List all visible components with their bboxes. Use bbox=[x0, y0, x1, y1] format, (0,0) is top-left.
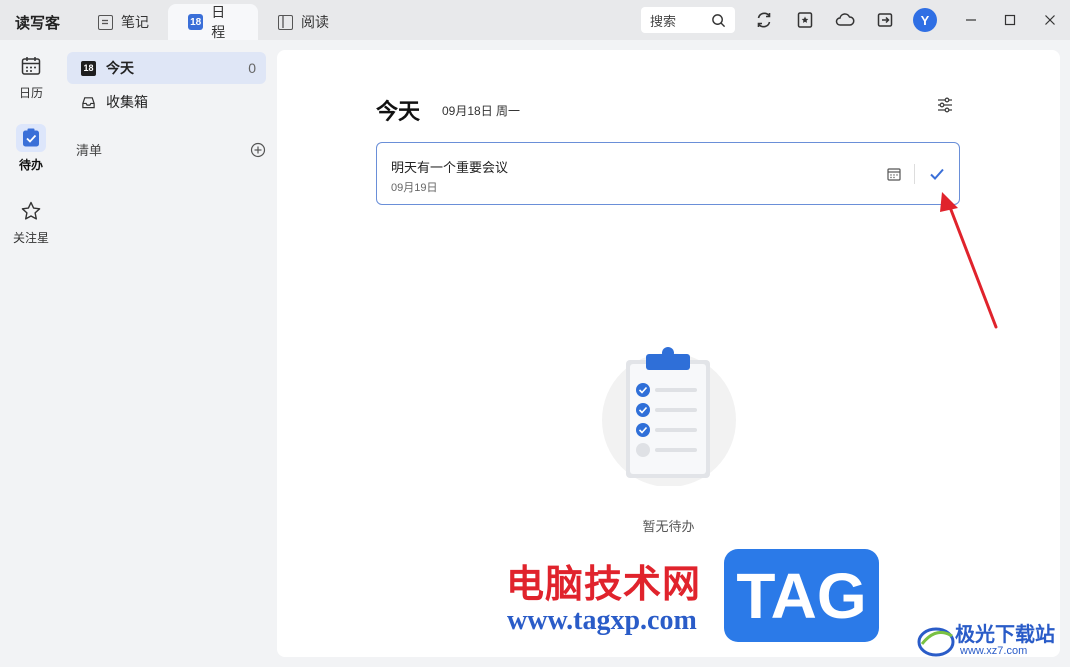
title-bar: 读写客 笔记 18 日程 阅读 搜索 Y bbox=[0, 0, 1070, 40]
page-date: 09月18日 周一 bbox=[442, 104, 521, 118]
tab-notes-label: 笔记 bbox=[121, 14, 149, 30]
tab-reading[interactable]: 阅读 bbox=[258, 4, 349, 40]
todo-check-icon bbox=[16, 124, 46, 152]
rail-item-calendar[interactable]: 日历 bbox=[0, 52, 62, 101]
calendar-icon bbox=[16, 52, 46, 80]
tab-schedule-label: 日程 bbox=[211, 4, 226, 40]
watermark-logo-url: www.xz7.com bbox=[960, 645, 1028, 657]
task-card[interactable]: 明天有一个重要会议 09月19日 bbox=[376, 142, 960, 205]
left-rail: 日历 待办 关注星 bbox=[0, 40, 62, 667]
empty-clipboard-illustration bbox=[602, 347, 736, 486]
watermark-tag-logo: TAG bbox=[724, 549, 879, 642]
divider bbox=[914, 164, 915, 184]
watermark-url: www.tagxp.com bbox=[507, 605, 697, 636]
minimize-icon[interactable] bbox=[961, 10, 981, 30]
book-icon bbox=[278, 14, 293, 30]
tab-reading-label: 阅读 bbox=[301, 14, 329, 30]
tab-notes[interactable]: 笔记 bbox=[78, 4, 169, 40]
rail-item-todo[interactable]: 待办 bbox=[0, 124, 62, 173]
filter-settings-icon[interactable] bbox=[935, 95, 955, 115]
watermark-cn: 电脑技术网 bbox=[506, 562, 702, 606]
list-header-label: 清单 bbox=[76, 143, 103, 158]
rail-label-calendar: 日历 bbox=[18, 86, 43, 100]
sync-icon[interactable] bbox=[754, 10, 774, 30]
rail-item-starred[interactable]: 关注星 bbox=[0, 197, 62, 246]
tab-schedule[interactable]: 18 日程 bbox=[168, 4, 258, 40]
annotation-arrow bbox=[940, 192, 998, 329]
search-placeholder: 搜索 bbox=[650, 13, 677, 29]
cloud-icon[interactable] bbox=[835, 10, 855, 30]
add-list-icon[interactable] bbox=[250, 142, 266, 158]
task-title[interactable]: 明天有一个重要会议 bbox=[391, 157, 508, 176]
maximize-icon[interactable] bbox=[1000, 10, 1020, 30]
app-name: 读写客 bbox=[15, 15, 61, 32]
watermark-logo-text: 极光下载站 bbox=[955, 622, 1055, 646]
sidebar-item-today[interactable]: 18 今天 0 bbox=[67, 52, 266, 84]
rail-label-todo: 待办 bbox=[18, 158, 43, 172]
search-icon bbox=[712, 13, 726, 27]
sidebar-item-inbox[interactable]: 收集箱 bbox=[67, 86, 266, 118]
page-title: 今天 bbox=[376, 99, 421, 124]
close-icon[interactable] bbox=[1040, 10, 1060, 30]
search-input[interactable]: 搜索 bbox=[641, 7, 735, 33]
export-icon[interactable] bbox=[875, 10, 895, 30]
sidebar-item-today-label: 今天 bbox=[106, 60, 134, 76]
calendar-icon[interactable] bbox=[886, 166, 902, 182]
sidebar-item-today-count: 0 bbox=[248, 60, 256, 76]
avatar[interactable]: Y bbox=[913, 8, 937, 32]
list-sidebar: 18 今天 0 收集箱 清单 bbox=[62, 40, 272, 667]
note-icon bbox=[98, 14, 113, 30]
inbox-icon bbox=[82, 96, 95, 108]
list-header: 清单 bbox=[76, 140, 266, 159]
task-date: 09月19日 bbox=[391, 182, 438, 194]
sidebar-item-inbox-label: 收集箱 bbox=[106, 94, 148, 110]
calendar-18-icon: 18 bbox=[81, 60, 96, 76]
calendar-18-icon: 18 bbox=[188, 14, 204, 30]
rail-label-starred: 关注星 bbox=[12, 231, 49, 245]
empty-state-text: 暂无待办 bbox=[642, 519, 695, 534]
star-note-icon[interactable] bbox=[795, 10, 815, 30]
star-icon bbox=[16, 197, 46, 225]
